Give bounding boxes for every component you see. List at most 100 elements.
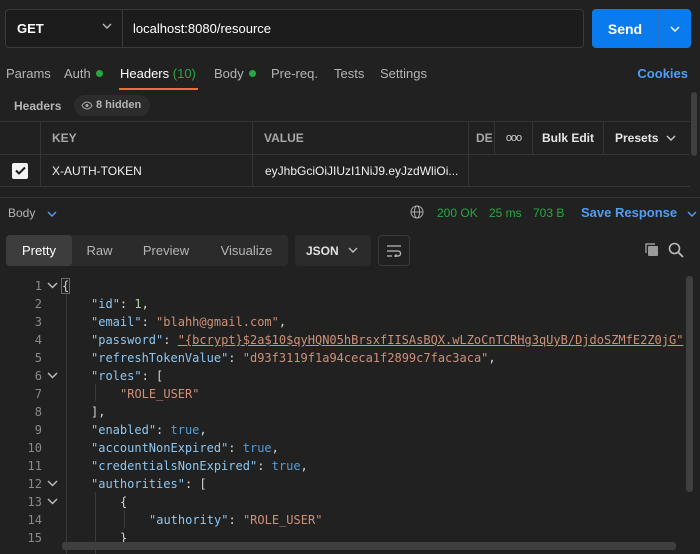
tab-raw[interactable]: Raw bbox=[72, 235, 127, 266]
tab-tests[interactable]: Tests bbox=[334, 66, 364, 81]
request-bar: GET localhost:8080/resource bbox=[5, 9, 584, 48]
bulk-edit-button[interactable]: Bulk Edit bbox=[532, 122, 603, 154]
line-number: 8 bbox=[34, 405, 42, 419]
send-button[interactable]: Send bbox=[592, 9, 658, 48]
line-number: 9 bbox=[34, 423, 42, 437]
hidden-headers-toggle[interactable]: 8 hidden bbox=[74, 95, 151, 116]
chevron-down-icon[interactable] bbox=[47, 498, 58, 505]
search-button[interactable] bbox=[667, 241, 685, 259]
indent-guide bbox=[66, 294, 67, 554]
line-number: 2 bbox=[34, 297, 42, 311]
save-response-button[interactable]: Save Response bbox=[581, 205, 697, 220]
chevron-down-icon bbox=[102, 23, 112, 29]
code-line: "accountNonExpired": true, bbox=[91, 441, 279, 455]
indent-guide bbox=[95, 384, 96, 402]
presets-label: Presets bbox=[615, 131, 659, 145]
chevron-down-icon bbox=[666, 135, 676, 141]
chevron-down-icon bbox=[47, 211, 57, 217]
column-header-key: KEY bbox=[40, 122, 252, 154]
column-options-button[interactable]: ooo bbox=[494, 122, 532, 154]
editor-horizontal-scrollbar[interactable] bbox=[62, 542, 676, 550]
method-select[interactable]: GET bbox=[6, 10, 123, 47]
chevron-down-icon[interactable] bbox=[47, 372, 58, 379]
headers-title: Headers bbox=[14, 99, 62, 113]
headers-bar: Headers 8 hidden bbox=[0, 94, 700, 118]
line-number: 6 bbox=[34, 369, 42, 383]
header-description-cell[interactable] bbox=[468, 155, 690, 186]
response-header: Body 200 OK 25 ms 703 B Save Response bbox=[0, 197, 700, 225]
tab-label: Pre-req. bbox=[271, 66, 318, 81]
wrap-lines-button[interactable] bbox=[378, 235, 410, 266]
url-input[interactable]: localhost:8080/resource bbox=[123, 10, 583, 47]
header-key-cell[interactable]: X-AUTH-TOKEN bbox=[40, 155, 252, 186]
chevron-down-icon[interactable] bbox=[47, 480, 58, 487]
line-number: 4 bbox=[34, 333, 42, 347]
code-line: "credentialsNonExpired": true, bbox=[91, 459, 308, 473]
tab-label: Body bbox=[214, 66, 244, 81]
response-body-editor[interactable]: 1 { 2 "id": 1, 3 "email": "blahh@gmail.c… bbox=[0, 276, 690, 554]
tab-pre-request[interactable]: Pre-req. bbox=[271, 66, 318, 81]
response-body-label: Body bbox=[8, 206, 36, 220]
response-size[interactable]: 703 B bbox=[533, 206, 564, 220]
code-line: "roles": [ bbox=[91, 369, 164, 383]
response-time[interactable]: 25 ms bbox=[489, 206, 522, 220]
tab-preview[interactable]: Preview bbox=[127, 235, 205, 266]
code-line: "authority": "ROLE_USER" bbox=[149, 513, 323, 527]
line-number: 15 bbox=[27, 531, 42, 545]
tab-params[interactable]: Params bbox=[6, 66, 51, 81]
table-row: X-AUTH-TOKEN eyJhbGciOiJIUzI1NiJ9.eyJzdW… bbox=[0, 154, 690, 187]
method-label: GET bbox=[17, 21, 44, 36]
headers-scrollbar[interactable] bbox=[691, 92, 697, 156]
header-value-cell[interactable]: eyJhbGciOiJIUzI1NiJ9.eyJzdWliOi... bbox=[252, 155, 468, 186]
editor-vertical-scrollbar[interactable] bbox=[686, 276, 693, 492]
status-dot bbox=[248, 70, 256, 77]
response-body-dropdown[interactable]: Body bbox=[8, 206, 57, 220]
copy-button[interactable] bbox=[643, 241, 661, 259]
line-number: 10 bbox=[27, 441, 42, 455]
status-code[interactable]: 200 OK bbox=[437, 206, 478, 220]
headers-table: KEY VALUE DE ooo Bulk Edit Presets X-AUT… bbox=[0, 121, 690, 191]
send-button-group: Send bbox=[592, 9, 691, 48]
tab-visualize[interactable]: Visualize bbox=[205, 235, 288, 266]
request-tabs: Params Auth Headers (10) Body Pre-req. T… bbox=[0, 60, 700, 90]
chevron-down-icon[interactable] bbox=[47, 282, 58, 289]
row-checkbox[interactable] bbox=[0, 155, 40, 186]
line-number: 14 bbox=[27, 513, 42, 527]
line-number: 13 bbox=[27, 495, 42, 509]
status-dot bbox=[95, 70, 103, 77]
tab-pretty[interactable]: Pretty bbox=[6, 235, 72, 266]
save-response-label: Save Response bbox=[581, 205, 678, 220]
tab-settings[interactable]: Settings bbox=[380, 66, 427, 81]
url-text: localhost:8080/resource bbox=[133, 21, 272, 36]
tab-auth[interactable]: Auth bbox=[64, 66, 103, 81]
table-header-row: KEY VALUE DE ooo Bulk Edit Presets bbox=[0, 121, 690, 154]
response-view-tabs: Pretty Raw Preview Visualize bbox=[6, 235, 288, 266]
tab-label: Auth bbox=[64, 66, 91, 81]
line-number: 11 bbox=[27, 459, 42, 473]
copy-icon bbox=[645, 243, 658, 256]
format-select[interactable]: JSON bbox=[295, 235, 371, 266]
line-number: 12 bbox=[27, 477, 42, 491]
wrap-icon bbox=[387, 244, 402, 257]
line-number: 7 bbox=[34, 387, 42, 401]
tab-headers[interactable]: Headers (10) bbox=[120, 66, 196, 81]
indent-guide bbox=[124, 510, 125, 528]
tab-body[interactable]: Body bbox=[214, 66, 256, 81]
cookies-link[interactable]: Cookies bbox=[637, 66, 688, 81]
code-line: "ROLE_USER" bbox=[120, 387, 200, 401]
code-line: ], bbox=[91, 405, 106, 419]
format-label: JSON bbox=[306, 243, 339, 258]
tab-label: Params bbox=[6, 66, 51, 81]
tab-label: Tests bbox=[334, 66, 365, 81]
active-tab-indicator bbox=[119, 88, 198, 90]
code-line: "refreshTokenValue": "d93f3119f1a94ceca1… bbox=[91, 351, 496, 365]
globe-icon[interactable] bbox=[410, 205, 424, 219]
check-icon bbox=[14, 166, 26, 175]
tab-label: Settings bbox=[380, 66, 427, 81]
eye-icon bbox=[81, 101, 93, 110]
send-options-button[interactable] bbox=[658, 9, 691, 48]
chevron-down-icon bbox=[670, 26, 680, 32]
code-line: "enabled": true, bbox=[91, 423, 207, 437]
presets-dropdown[interactable]: Presets bbox=[603, 122, 690, 154]
column-header-description: DE bbox=[468, 122, 494, 154]
